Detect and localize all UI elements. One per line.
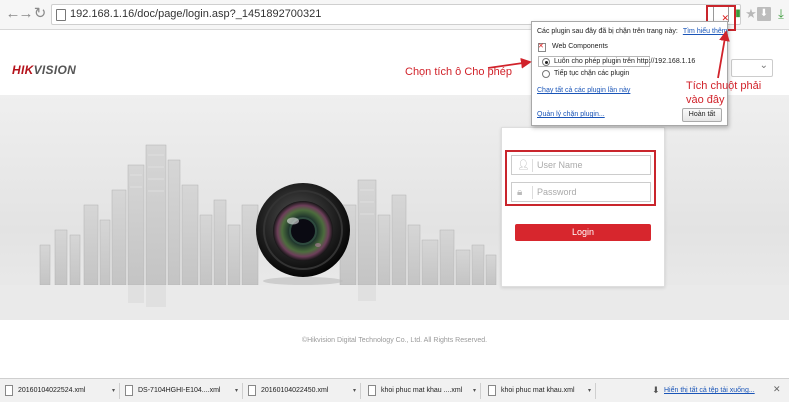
close-icon[interactable]: ✕	[773, 384, 781, 395]
download-filename: DS-7104HGHI-E104....xml	[138, 387, 221, 394]
download-item[interactable]: 20160104022524.xml ▾	[5, 381, 120, 401]
chevron-down-icon[interactable]: ▾	[235, 387, 238, 394]
show-all-downloads-link[interactable]: Hiển thị tất cả tệp tải xuống...	[664, 387, 755, 394]
file-icon	[5, 385, 13, 396]
file-icon	[488, 385, 496, 396]
download-filename: khoi phuc mat khau ....xml	[381, 387, 463, 394]
arrow-to-allow-option	[487, 57, 532, 69]
annotation-arrows	[487, 30, 730, 79]
download-filename: 20160104022524.xml	[18, 387, 86, 394]
divider	[360, 383, 361, 399]
browser-window: ← → ↻ 192.168.1.16/doc/page/login.asp?_1…	[0, 0, 789, 402]
download-item[interactable]: 20160104022450.xml ▾	[248, 381, 361, 401]
arrow-to-plugin-icon	[717, 30, 730, 79]
download-item[interactable]: khoi phuc mat khau ....xml ▾	[368, 381, 481, 401]
file-icon	[368, 385, 376, 396]
chevron-down-icon[interactable]: ▾	[473, 387, 476, 394]
file-icon	[125, 385, 133, 396]
chevron-down-icon[interactable]: ▾	[588, 387, 591, 394]
file-icon	[248, 385, 256, 396]
chevron-down-icon[interactable]: ▾	[353, 387, 356, 394]
divider	[119, 383, 120, 399]
downloads-bar: 20160104022524.xml ▾ DS-7104HGHI-E104...…	[0, 378, 789, 402]
download-filename: khoi phuc mat khau.xml	[501, 387, 575, 394]
download-filename: 20160104022450.xml	[261, 387, 329, 394]
chevron-down-icon[interactable]: ▾	[112, 387, 115, 394]
download-item[interactable]: DS-7104HGHI-E104....xml ▾	[125, 381, 243, 401]
divider	[242, 383, 243, 399]
divider	[480, 383, 481, 399]
divider	[595, 383, 596, 399]
download-arrow-icon: ⬇	[652, 385, 660, 395]
download-item[interactable]: khoi phuc mat khau.xml ▾	[488, 381, 596, 401]
